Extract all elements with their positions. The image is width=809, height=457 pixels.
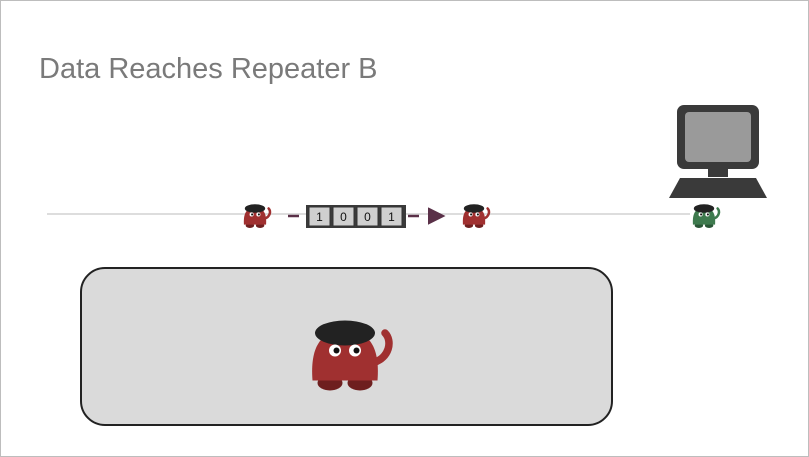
data-packet: 1 0 0 1: [306, 205, 406, 228]
network-diagram: 1 0 0 1: [47, 105, 767, 426]
bit-value: 0: [340, 210, 347, 224]
bit-value: 1: [388, 210, 395, 224]
repeater-b-icon: [461, 202, 491, 230]
bit-value: 1: [316, 210, 323, 224]
bit-value: 0: [364, 210, 371, 224]
repeater-a-icon: [242, 202, 272, 230]
computer-icon: [669, 105, 767, 198]
receiver-icon: [691, 202, 721, 230]
